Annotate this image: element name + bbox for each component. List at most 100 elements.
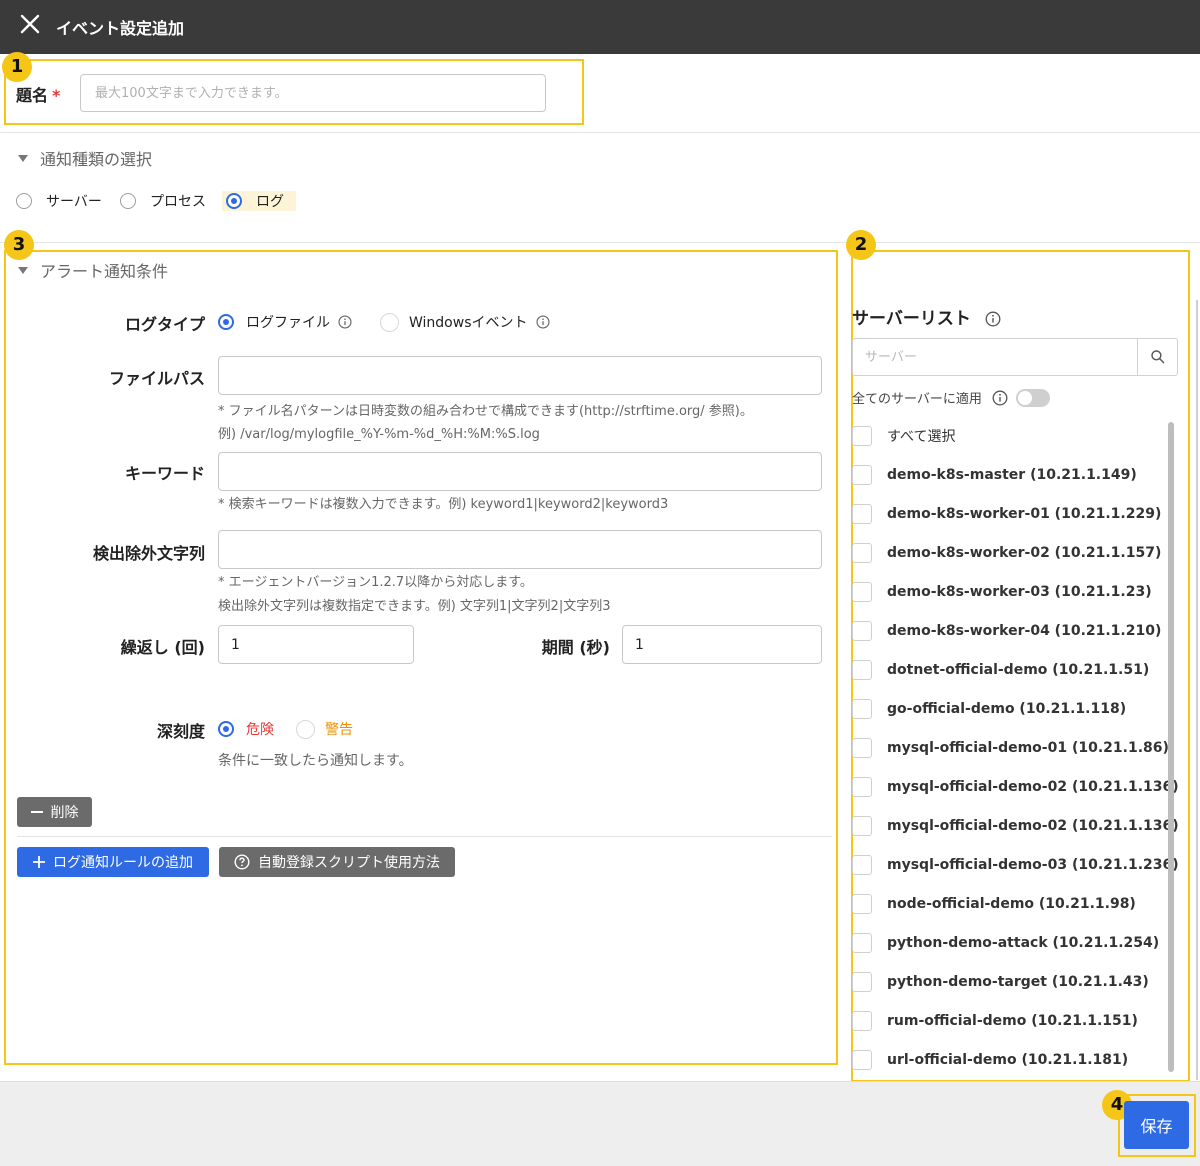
exclude-hint-version: * エージェントバージョン1.2.7以降から対応します。 [218,575,533,590]
delete-button[interactable]: 削除 [17,797,92,827]
select-all-checkbox[interactable]: すべて選択 [852,425,955,447]
checkbox-icon [852,1050,872,1070]
radio-icon [120,193,136,209]
radio-selected-icon [226,193,242,209]
info-icon[interactable] [338,315,352,329]
radio-selected-icon [218,721,234,737]
select-all-label: すべて選択 [887,429,956,445]
radio-windows-event[interactable]: Windowsイベント [380,312,550,332]
file-path-hint: * ファイル名パターンは日時変数の組み合わせで構成できます(http://str… [218,404,753,419]
exclude-string-label: 検出除外文字列 [92,544,205,563]
server-item[interactable]: python-demo-target (10.21.1.43) [852,971,1149,993]
server-item[interactable]: go-official-demo (10.21.1.118) [852,698,1126,720]
add-log-rule-button[interactable]: ログ通知ルールの追加 [17,847,209,877]
radio-icon [380,312,399,332]
server-item[interactable]: demo-k8s-worker-02 (10.21.1.157) [852,542,1161,564]
info-icon[interactable] [985,311,1001,327]
severity-hint: 条件に一致したら通知します。 [218,753,413,769]
server-name: go-official-demo (10.21.1.118) [887,701,1127,717]
subject-input[interactable] [80,74,546,112]
minus-icon [30,811,43,813]
info-icon[interactable] [535,315,550,329]
radio-icon [296,719,315,739]
server-list-scrollbar[interactable] [1168,422,1174,1072]
close-icon[interactable] [18,12,42,36]
apply-all-toggle[interactable] [1015,388,1050,407]
repeat-count-label: 繰返し (回) [120,638,205,657]
add-log-rule-label: ログ通知ルールの追加 [53,855,193,871]
server-item[interactable]: node-official-demo (10.21.1.98) [852,893,1136,915]
radio-icon [16,193,32,209]
exclude-string-input[interactable] [218,530,822,569]
server-item[interactable]: demo-k8s-worker-04 (10.21.1.210) [852,620,1161,642]
subject-label: 題名 * [16,86,61,105]
server-item[interactable]: mysql-official-demo-01 (10.21.1.86) [852,737,1169,759]
server-item[interactable]: demo-k8s-master (10.21.1.149) [852,464,1137,486]
window-title: イベント設定追加 [56,19,185,38]
checkbox-icon [852,933,872,953]
checkbox-icon [852,1011,872,1031]
radio-log-file[interactable]: ログファイル [218,312,352,332]
search-icon [1151,350,1165,364]
server-item[interactable]: demo-k8s-worker-03 (10.21.1.23) [852,581,1152,603]
server-name: dotnet-official-demo (10.21.1.51) [887,662,1150,678]
server-name: demo-k8s-worker-01 (10.21.1.229) [887,506,1162,522]
title-bar: イベント設定追加 [0,0,1200,54]
server-item[interactable]: rum-official-demo (10.21.1.151) [852,1010,1138,1032]
server-name: python-demo-target (10.21.1.43) [887,974,1149,990]
server-item[interactable]: mysql-official-demo-02 (10.21.1.136) [852,776,1179,798]
checkbox-icon [852,543,872,563]
file-path-input[interactable] [218,356,822,395]
radio-server[interactable]: サーバー [16,191,102,211]
server-item[interactable]: dotnet-official-demo (10.21.1.51) [852,659,1149,681]
checkbox-icon [852,621,872,641]
alert-conditions-section-toggle[interactable]: アラート通知条件 [18,258,168,282]
server-name: url-official-demo (10.21.1.181) [887,1052,1129,1068]
checkbox-icon [852,426,872,446]
help-script-button[interactable]: 自動登録スクリプト使用方法 [219,847,455,877]
collapse-triangle-icon [18,155,28,162]
period-seconds-input[interactable] [622,625,822,664]
notification-type-section-toggle[interactable]: 通知種類の選択 [18,146,152,170]
divider [0,242,1200,243]
keyword-input[interactable] [218,452,822,491]
server-name: demo-k8s-worker-02 (10.21.1.157) [887,545,1162,561]
server-item[interactable]: python-demo-attack (10.21.1.254) [852,932,1159,954]
checkbox-icon [852,972,872,992]
radio-severity-warning[interactable]: 警告 [296,719,353,739]
severity-warning-label: 警告 [325,722,353,738]
apply-all-servers-row: 全てのサーバーに適用 [852,388,1050,407]
keyword-hint: * 検索キーワードは複数入力できます。例) keyword1|keyword2|… [218,497,669,512]
checkbox-icon [852,699,872,719]
server-search-button[interactable] [1137,339,1177,375]
save-button-label: 保存 [1140,1117,1173,1136]
server-name: mysql-official-demo-02 (10.21.1.136) [887,818,1179,834]
server-search-input[interactable] [853,339,1139,375]
server-list-title: サーバーリスト [852,304,1001,329]
checkbox-icon [852,855,872,875]
radio-severity-critical[interactable]: 危険 [218,719,274,739]
server-item[interactable]: mysql-official-demo-03 (10.21.1.236) [852,854,1179,876]
outer-scrollbar[interactable] [1196,300,1198,1080]
annotation-badge-2: 2 [846,230,876,260]
file-path-example: 例) /var/log/mylogfile_%Y-%m-%d_%H:%M:%S.… [218,427,540,442]
server-item[interactable]: demo-k8s-worker-01 (10.21.1.229) [852,503,1161,525]
save-button[interactable]: 保存 [1124,1101,1189,1149]
radio-log[interactable]: ログ [222,191,296,211]
windows-event-label: Windowsイベント [409,315,528,331]
checkbox-icon [852,660,872,680]
server-name: mysql-official-demo-01 (10.21.1.86) [887,740,1169,756]
repeat-count-input[interactable] [218,625,414,664]
period-seconds-label: 期間 (秒) [541,638,610,657]
footer-bar [0,1081,1200,1166]
radio-selected-icon [218,314,234,330]
server-name: mysql-official-demo-02 (10.21.1.136) [887,779,1179,795]
info-icon[interactable] [992,390,1008,406]
server-search-box [852,338,1178,376]
exclude-hint-example: 検出除外文字列は複数指定できます。例) 文字列1|文字列2|文字列3 [218,599,611,614]
log-file-label: ログファイル [246,315,330,331]
annotation-badge-1: 1 [2,52,32,82]
server-item[interactable]: url-official-demo (10.21.1.181) [852,1049,1128,1071]
radio-process[interactable]: プロセス [120,191,206,211]
server-item[interactable]: mysql-official-demo-02 (10.21.1.136) [852,815,1179,837]
